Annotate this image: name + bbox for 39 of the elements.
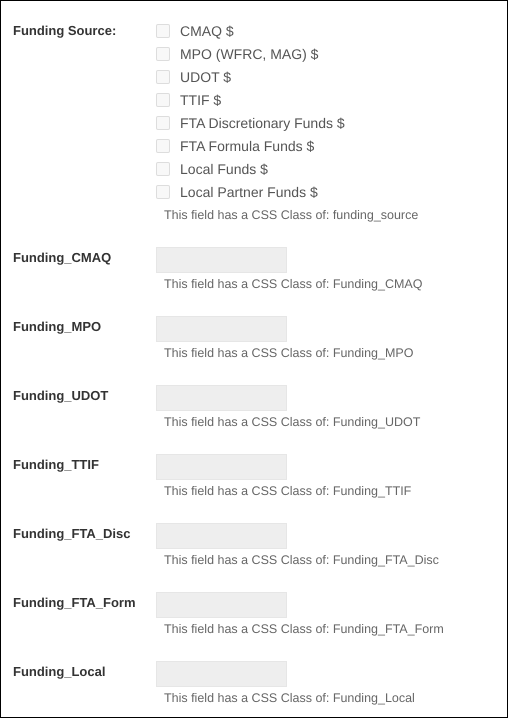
field-label: Funding_UDOT [13, 387, 110, 405]
checkbox[interactable] [156, 46, 170, 60]
help-text: This field has a CSS Class of: Funding_UDOT [164, 414, 420, 431]
field-label: Funding_TTIF [13, 456, 100, 474]
checkbox[interactable] [156, 92, 170, 106]
input-field[interactable] [156, 454, 287, 480]
field-label: Funding_CMAQ [13, 249, 112, 267]
help-text: This field has a CSS Class of: Funding_Local [164, 690, 415, 707]
checkbox-label[interactable]: UDOT $ [180, 68, 232, 84]
input-field[interactable] [156, 316, 287, 342]
input-field[interactable] [156, 247, 287, 273]
input-field[interactable] [156, 385, 287, 411]
checkbox[interactable] [156, 184, 170, 198]
checkbox[interactable] [156, 24, 170, 38]
checkbox[interactable] [156, 138, 170, 152]
checkbox-label[interactable]: MPO (WFRC, MAG) $ [180, 46, 318, 62]
help-text: This field has a CSS Class of: Funding_FTA_Disc [164, 552, 439, 569]
help-text: This field has a CSS Class of: Funding_TTIF [164, 483, 412, 500]
help-text: This field has a CSS Class of: Funding_MPO [164, 345, 414, 362]
help-text: This field has a CSS Class of: Funding_CMAQ [164, 276, 422, 293]
checkbox-label[interactable]: Local Partner Funds $ [180, 184, 318, 200]
field-label: Funding_MPO [13, 318, 102, 336]
checkbox-label[interactable]: CMAQ $ [180, 22, 234, 38]
checkbox-label[interactable]: FTA Formula Funds $ [180, 138, 314, 154]
help-text: This field has a CSS Class of: funding_source [164, 207, 418, 224]
field-label: Funding_FTA_Disc [13, 525, 132, 543]
checkbox-label[interactable]: FTA Discretionary Funds $ [180, 114, 345, 130]
input-field[interactable] [156, 523, 287, 549]
checkbox[interactable] [156, 70, 170, 84]
field-label: Funding Source: [13, 22, 118, 40]
checkbox[interactable] [156, 162, 170, 176]
checkbox-label[interactable]: Local Funds $ [180, 160, 268, 176]
field-label: Funding_Local [13, 663, 106, 681]
checkbox[interactable] [156, 116, 170, 130]
input-field[interactable] [156, 661, 287, 687]
help-text: This field has a CSS Class of: Funding_FTA_Form [164, 621, 444, 638]
input-field[interactable] [156, 592, 287, 618]
checkbox-label[interactable]: TTIF $ [180, 92, 222, 108]
field-label: Funding_FTA_Form [13, 594, 137, 612]
